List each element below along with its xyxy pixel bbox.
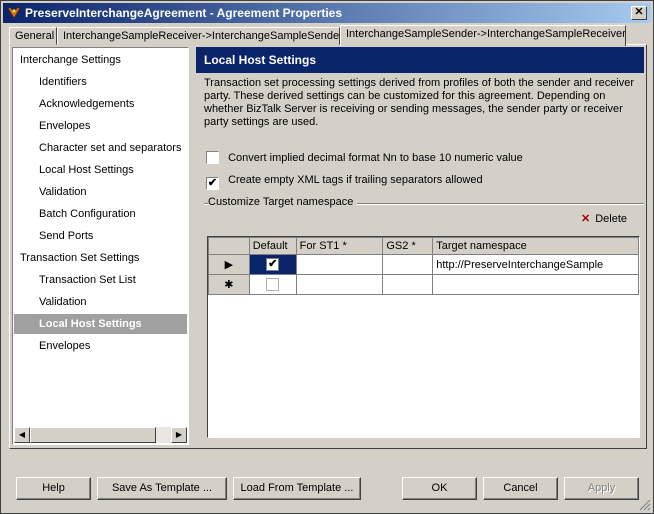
close-icon: ✕: [634, 6, 644, 18]
local-host-settings-panel: Local Host Settings Transaction set proc…: [196, 47, 644, 445]
settings-tree-items: Interchange Settings Identifiers Acknowl…: [14, 49, 187, 426]
tab-receiver-to-sender-label: InterchangeSampleReceiver->InterchangeSa…: [63, 30, 343, 42]
resize-grip-icon[interactable]: [639, 499, 651, 511]
cancel-button[interactable]: Cancel: [483, 477, 558, 500]
for-st1-cell[interactable]: [295, 274, 384, 295]
grid-header-row: Default For ST1 * GS2 * Target namespace: [208, 237, 639, 255]
convert-decimal-option[interactable]: Convert implied decimal format Nn to bas…: [206, 151, 523, 167]
target-namespace-grid: Default For ST1 * GS2 * Target namespace…: [207, 236, 640, 438]
arrow-left-icon: ◀: [18, 430, 26, 439]
close-button[interactable]: ✕: [631, 6, 647, 20]
column-header-gs2[interactable]: GS2 *: [382, 237, 434, 255]
create-empty-xml-option[interactable]: ✔ Create empty XML tags if trailing sepa…: [206, 173, 483, 190]
tree-item-send-ports[interactable]: Send Ports: [39, 226, 93, 246]
save-as-template-button[interactable]: Save As Template ...: [97, 477, 227, 500]
checkmark-icon: ✔: [207, 177, 218, 189]
create-empty-xml-label: Create empty XML tags if trailing separa…: [228, 174, 483, 186]
panel-description: Transaction set processing settings deri…: [204, 77, 635, 128]
app-icon: [7, 7, 21, 19]
settings-tree: Interchange Settings Identifiers Acknowl…: [12, 47, 189, 445]
tree-item-transaction-set-settings[interactable]: Transaction Set Settings: [20, 248, 139, 268]
gs2-cell[interactable]: [382, 274, 434, 295]
tree-item-ts-envelopes[interactable]: Envelopes: [39, 336, 90, 356]
tab-general-label: General: [15, 30, 55, 42]
scroll-left-button[interactable]: ◀: [14, 427, 30, 443]
new-row-marker-icon[interactable]: ✱: [208, 274, 250, 295]
tree-item-ts-local-host-settings[interactable]: Local Host Settings: [14, 314, 187, 334]
delete-button[interactable]: ✕ Delete: [581, 209, 641, 229]
convert-decimal-checkbox[interactable]: [206, 151, 219, 164]
tree-item-ts-validation[interactable]: Validation: [39, 292, 87, 312]
default-cell[interactable]: ✔: [248, 254, 297, 275]
default-checkbox[interactable]: ✔: [266, 258, 280, 271]
tab-receiver-to-sender[interactable]: InterchangeSampleReceiver->InterchangeSa…: [57, 27, 343, 45]
target-namespace-group-label: Customize Target namespace: [208, 196, 358, 208]
gs2-cell[interactable]: [382, 254, 434, 275]
panel-title: Local Host Settings: [196, 47, 644, 73]
tree-item-acknowledgements[interactable]: Acknowledgements: [39, 94, 134, 114]
tree-item-transaction-set-list[interactable]: Transaction Set List: [39, 270, 136, 290]
create-empty-xml-checkbox[interactable]: ✔: [206, 177, 219, 190]
grid-corner: [208, 237, 250, 255]
arrow-right-icon: ▶: [175, 430, 183, 439]
title-bar: PreserveInterchangeAgreement - Agreement…: [3, 3, 651, 23]
delete-icon: ✕: [581, 213, 591, 225]
table-row-new[interactable]: ✱: [208, 274, 639, 295]
column-header-default[interactable]: Default: [248, 237, 297, 255]
tree-item-validation[interactable]: Validation: [39, 182, 87, 202]
tree-item-identifiers[interactable]: Identifiers: [39, 72, 87, 92]
tree-item-batch-configuration[interactable]: Batch Configuration: [39, 204, 136, 224]
column-header-for-st1[interactable]: For ST1 *: [295, 237, 384, 255]
default-cell[interactable]: [248, 274, 297, 295]
target-namespace-cell[interactable]: http://PreserveInterchangeSample: [432, 254, 639, 275]
tab-general[interactable]: General: [9, 27, 57, 45]
tab-sender-to-receiver-label: InterchangeSampleSender->InterchangeSamp…: [346, 28, 626, 40]
apply-button[interactable]: Apply: [564, 477, 639, 500]
tree-item-envelopes[interactable]: Envelopes: [39, 116, 90, 136]
tree-item-interchange-settings[interactable]: Interchange Settings: [20, 50, 121, 70]
ok-button[interactable]: OK: [402, 477, 477, 500]
help-button[interactable]: Help: [16, 477, 91, 500]
table-row[interactable]: ▶ ✔ http://PreserveInterchangeSample: [208, 254, 639, 275]
current-row-marker-icon[interactable]: ▶: [208, 254, 250, 275]
tree-horizontal-scrollbar[interactable]: ◀ ▶: [14, 427, 187, 443]
load-from-template-button[interactable]: Load From Template ...: [233, 477, 361, 500]
column-header-target-namespace[interactable]: Target namespace: [432, 237, 639, 255]
tree-item-character-set[interactable]: Character set and separators: [39, 138, 181, 158]
scroll-right-button[interactable]: ▶: [171, 427, 187, 443]
tab-sender-to-receiver[interactable]: InterchangeSampleSender->InterchangeSamp…: [340, 25, 626, 46]
target-namespace-cell[interactable]: [432, 274, 639, 295]
scroll-thumb[interactable]: [30, 427, 156, 443]
default-checkbox[interactable]: [266, 278, 280, 291]
convert-decimal-label: Convert implied decimal format Nn to bas…: [228, 152, 523, 164]
for-st1-cell[interactable]: [295, 254, 384, 275]
delete-label: Delete: [595, 213, 628, 225]
agreement-properties-window: PreserveInterchangeAgreement - Agreement…: [0, 0, 654, 514]
checkmark-icon: ✔: [268, 258, 278, 270]
window-title: PreserveInterchangeAgreement - Agreement…: [25, 6, 343, 20]
tree-item-local-host-settings[interactable]: Local Host Settings: [39, 160, 134, 180]
